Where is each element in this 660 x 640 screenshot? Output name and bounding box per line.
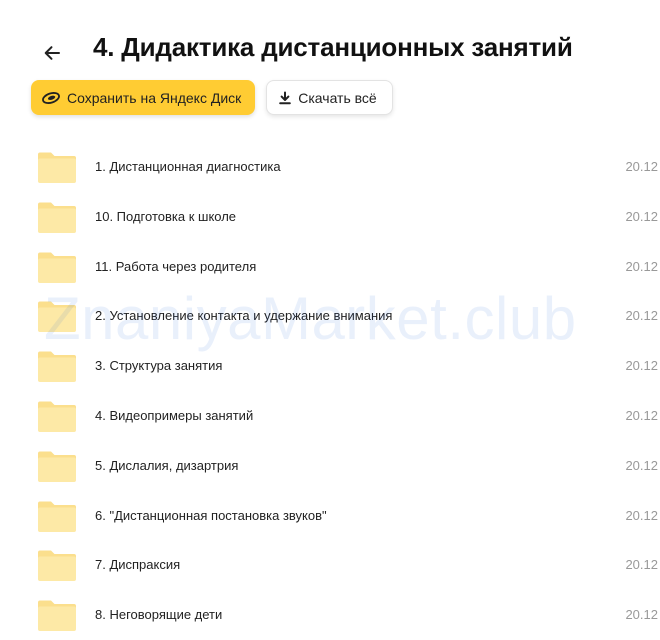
arrow-left-icon bbox=[44, 46, 60, 60]
download-all-button[interactable]: Скачать всё bbox=[266, 80, 393, 115]
yandex-disk-icon bbox=[41, 91, 61, 105]
page-title: 4. Дидактика дистанционных занятий bbox=[93, 32, 573, 62]
file-date: 20.12 bbox=[625, 358, 658, 374]
file-name: 11. Работа через родителя bbox=[95, 258, 257, 274]
file-date: 20.12 bbox=[625, 308, 658, 324]
page-header: 4. Дидактика дистанционных занятий bbox=[0, 28, 660, 72]
file-name: 8. Неговорящие дети bbox=[95, 607, 223, 623]
list-item[interactable]: 7. Диспраксия 20.12 bbox=[0, 540, 660, 590]
toolbar: Сохранить на Яндекс Диск Скачать всё bbox=[31, 80, 393, 116]
file-date: 20.12 bbox=[625, 159, 658, 174]
list-item[interactable]: 2. Установление контакта и удержание вни… bbox=[0, 291, 660, 341]
file-date: 20.12 bbox=[625, 407, 658, 423]
list-item[interactable]: 8. Неговорящие дети 20.12 bbox=[0, 590, 660, 640]
file-name: 1. Дистанционная диагностика bbox=[95, 159, 281, 174]
folder-icon bbox=[38, 252, 76, 283]
folder-icon bbox=[38, 301, 76, 333]
folder-icon bbox=[38, 550, 76, 582]
file-name: 3. Структура занятия bbox=[95, 358, 223, 374]
file-name: 4. Видеопримеры занятий bbox=[95, 407, 254, 423]
save-to-disk-button[interactable]: Сохранить на Яндекс Диск bbox=[31, 80, 256, 115]
save-button-label: Сохранить на Яндекс Диск bbox=[67, 89, 242, 106]
folder-icon bbox=[38, 401, 76, 432]
folder-icon bbox=[38, 152, 76, 183]
list-item[interactable]: 10. Подготовка к школе 20.12 bbox=[0, 192, 660, 242]
folder-icon bbox=[38, 451, 76, 482]
file-date: 20.12 bbox=[625, 208, 658, 224]
download-icon bbox=[278, 91, 292, 105]
file-date: 20.12 bbox=[625, 607, 658, 623]
file-list: 1. Дистанционная диагностика 20.12 10. П… bbox=[0, 142, 660, 640]
list-item[interactable]: 4. Видеопримеры занятий 20.12 bbox=[0, 391, 660, 441]
file-date: 20.12 bbox=[625, 457, 658, 473]
list-item[interactable]: 3. Структура занятия 20.12 bbox=[0, 341, 660, 391]
file-date: 20.12 bbox=[625, 258, 658, 274]
folder-icon bbox=[38, 600, 76, 632]
file-date: 20.12 bbox=[625, 507, 658, 523]
folder-icon bbox=[38, 501, 76, 532]
file-name: 5. Дислалия, дизартрия bbox=[95, 457, 239, 473]
list-item[interactable]: 5. Дислалия, дизартрия 20.12 bbox=[0, 441, 660, 491]
list-item[interactable]: 6. "Дистанционная постановка звуков" 20.… bbox=[0, 491, 660, 541]
download-button-label: Скачать всё bbox=[298, 89, 377, 106]
back-button[interactable] bbox=[36, 37, 68, 69]
list-item[interactable]: 1. Дистанционная диагностика 20.12 bbox=[0, 142, 660, 192]
file-name: 7. Диспраксия bbox=[95, 557, 181, 573]
folder-icon bbox=[38, 202, 76, 233]
folder-icon bbox=[38, 351, 76, 383]
file-name: 2. Установление контакта и удержание вни… bbox=[95, 308, 393, 324]
list-item[interactable]: 11. Работа через родителя 20.12 bbox=[0, 242, 660, 292]
file-date: 20.12 bbox=[625, 557, 658, 573]
file-name: 10. Подготовка к школе bbox=[95, 208, 237, 224]
file-name: 6. "Дистанционная постановка звуков" bbox=[95, 507, 327, 523]
